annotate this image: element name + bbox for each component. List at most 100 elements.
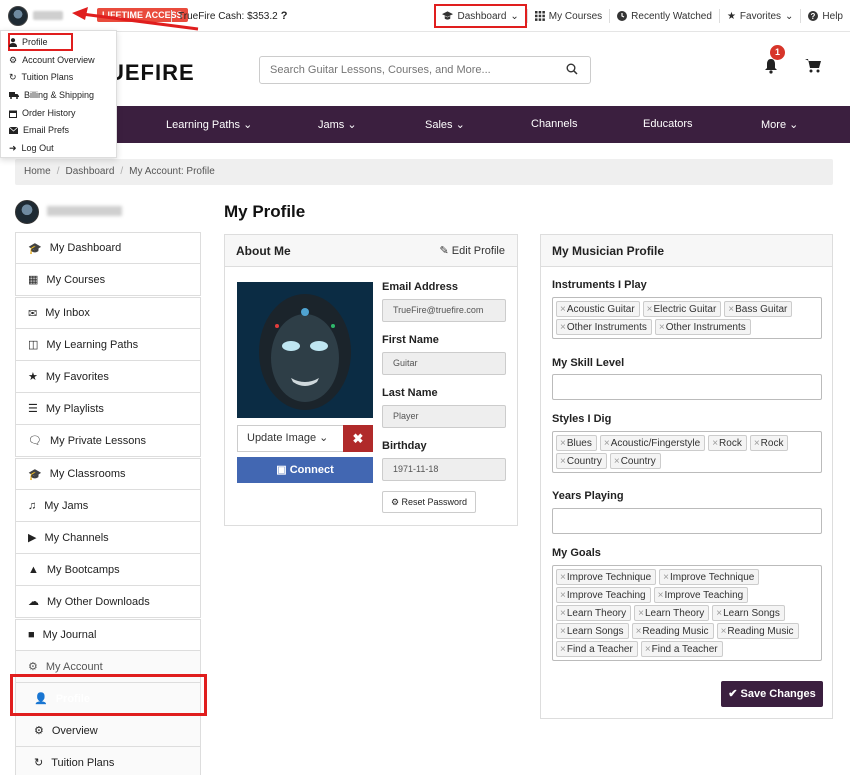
tag[interactable]: ×Find a Teacher (556, 641, 638, 657)
facebook-connect-button[interactable]: ▣ Connect (237, 457, 373, 483)
sidebar-item-my-other-downloads[interactable]: ☁ My Other Downloads (15, 586, 201, 618)
goals-tag-input[interactable]: ×Improve Technique ×Improve Technique ×I… (552, 565, 822, 661)
recently-watched-link[interactable]: Recently Watched (609, 9, 719, 23)
breadcrumb-dashboard[interactable]: Dashboard (65, 166, 114, 177)
my-courses-link[interactable]: My Courses (526, 9, 609, 23)
tag[interactable]: ×Rock (749, 435, 789, 451)
tag[interactable]: ×Bass Guitar (724, 301, 793, 317)
menu-item-profile[interactable]: Profile (9, 35, 48, 49)
nav-more[interactable]: More ⌄ (761, 118, 798, 131)
remove-tag-icon[interactable]: × (645, 644, 651, 655)
tag[interactable]: ×Acoustic/Fingerstyle (599, 435, 706, 451)
sidebar-item-my-bootcamps[interactable]: ▲ My Bootcamps (15, 554, 201, 586)
delete-image-button[interactable]: ✖ (343, 425, 373, 452)
years-playing-input[interactable] (552, 508, 822, 534)
sidebar-item-my-inbox[interactable]: ✉ My Inbox (15, 297, 201, 329)
nav-sales[interactable]: Sales ⌄ (425, 118, 465, 131)
reset-password-button[interactable]: ⚙ Reset Password (382, 491, 476, 513)
sidebar-item-profile[interactable]: 👤 Profile (15, 683, 201, 715)
remove-tag-icon[interactable]: × (663, 572, 669, 583)
tag[interactable]: ×Improve Technique (659, 569, 760, 585)
dashboard-dropdown[interactable]: Dashboard ⌄ (434, 4, 527, 28)
remove-tag-icon[interactable]: × (712, 438, 718, 449)
skill-level-input[interactable] (552, 374, 822, 400)
tag[interactable]: ×Other Instruments (556, 319, 652, 335)
sidebar-item-my-dashboard[interactable]: 🎓 My Dashboard (15, 232, 201, 264)
remove-tag-icon[interactable]: × (560, 626, 566, 637)
sidebar-item-my-learning-paths[interactable]: ◫ My Learning Paths (15, 329, 201, 361)
tag[interactable]: ×Reading Music (631, 623, 714, 639)
nav-jams[interactable]: Jams ⌄ (318, 118, 357, 131)
nav-learning-paths[interactable]: Learning Paths ⌄ (166, 118, 252, 131)
help-link[interactable]: ? Help (800, 9, 850, 23)
remove-tag-icon[interactable]: × (614, 456, 620, 467)
tag[interactable]: ×Learn Songs (556, 623, 629, 639)
sidebar-item-my-favorites[interactable]: ★ My Favorites (15, 361, 201, 393)
remove-tag-icon[interactable]: × (560, 608, 566, 619)
edit-profile-link[interactable]: ✎ Edit Profile (440, 235, 505, 267)
search-input[interactable] (260, 57, 550, 83)
tag[interactable]: ×Improve Teaching (653, 587, 749, 603)
menu-item-order-history[interactable]: Order History (9, 106, 76, 120)
remove-tag-icon[interactable]: × (560, 438, 566, 449)
remove-tag-icon[interactable]: × (658, 590, 664, 601)
remove-tag-icon[interactable]: × (604, 438, 610, 449)
sidebar-item-my-channels[interactable]: ▶ My Channels (15, 522, 201, 554)
menu-item-billing-shipping[interactable]: Billing & Shipping (9, 88, 94, 102)
breadcrumb-home[interactable]: Home (24, 166, 51, 177)
favorites-dropdown[interactable]: ★ Favorites ⌄ (718, 9, 800, 23)
tag[interactable]: ×Reading Music (716, 623, 799, 639)
tag[interactable]: ×Learn Theory (634, 605, 710, 621)
remove-tag-icon[interactable]: × (560, 644, 566, 655)
user-avatar[interactable] (8, 6, 28, 26)
sidebar-item-my-classrooms[interactable]: 🎓 My Classrooms (15, 458, 201, 490)
cash-help-icon[interactable]: ? (281, 10, 288, 22)
tag[interactable]: ×Other Instruments (654, 319, 751, 335)
remove-tag-icon[interactable]: × (560, 322, 566, 333)
tag[interactable]: ×Country (609, 453, 661, 469)
instruments-tag-input[interactable]: ×Acoustic Guitar ×Electric Guitar ×Bass … (552, 297, 822, 339)
save-changes-button[interactable]: ✔ Save Changes (721, 681, 823, 707)
sidebar-item-my-private-lessons[interactable]: 🗨 My Private Lessons (15, 425, 201, 457)
update-image-dropdown[interactable]: Update Image ⌄ (237, 425, 343, 452)
remove-tag-icon[interactable]: × (716, 608, 722, 619)
tag[interactable]: ×Acoustic Guitar (556, 301, 640, 317)
sidebar-item-tuition-plans[interactable]: ↻ Tuition Plans (15, 747, 201, 775)
avatar[interactable] (15, 200, 39, 224)
tag[interactable]: ×Blues (556, 435, 597, 451)
truefire-logo[interactable]: UEFIRE (108, 60, 195, 86)
menu-item-account-overview[interactable]: ⚙ Account Overview (9, 53, 95, 67)
tag[interactable]: ×Rock (708, 435, 747, 451)
tag[interactable]: ×Learn Theory (556, 605, 632, 621)
tag[interactable]: ×Electric Guitar (642, 301, 722, 317)
remove-tag-icon[interactable]: × (721, 626, 727, 637)
nav-educators[interactable]: Educators (643, 118, 693, 130)
cart-icon[interactable] (805, 58, 821, 73)
sidebar-item-my-courses[interactable]: ▦ My Courses (15, 264, 201, 296)
sidebar-item-overview[interactable]: ⚙ Overview (15, 715, 201, 747)
search-icon[interactable] (566, 63, 578, 75)
sidebar-item-my-playlists[interactable]: ☰ My Playlists (15, 393, 201, 425)
sidebar-item-my-jams[interactable]: ♫ My Jams (15, 490, 201, 522)
remove-tag-icon[interactable]: × (560, 572, 566, 583)
remove-tag-icon[interactable]: × (560, 456, 566, 467)
remove-tag-icon[interactable]: × (560, 590, 566, 601)
menu-item-tuition-plans[interactable]: ↻ Tuition Plans (9, 70, 73, 84)
remove-tag-icon[interactable]: × (647, 304, 653, 315)
bell-icon[interactable] (764, 58, 778, 74)
menu-item-log-out[interactable]: ➜ Log Out (9, 141, 54, 155)
remove-tag-icon[interactable]: × (728, 304, 734, 315)
styles-tag-input[interactable]: ×Blues ×Acoustic/Fingerstyle ×Rock ×Rock… (552, 431, 822, 473)
tag[interactable]: ×Learn Songs (712, 605, 785, 621)
tag[interactable]: ×Improve Teaching (556, 587, 651, 603)
tag[interactable]: ×Country (556, 453, 607, 469)
nav-channels[interactable]: Channels (531, 118, 577, 130)
tag[interactable]: ×Find a Teacher (640, 641, 723, 657)
sidebar-item-my-journal[interactable]: ■ My Journal (15, 619, 201, 651)
remove-tag-icon[interactable]: × (560, 304, 566, 315)
remove-tag-icon[interactable]: × (638, 608, 644, 619)
tag[interactable]: ×Improve Technique (556, 569, 657, 585)
remove-tag-icon[interactable]: × (659, 322, 665, 333)
remove-tag-icon[interactable]: × (754, 438, 760, 449)
menu-item-email-prefs[interactable]: Email Prefs (9, 123, 69, 137)
